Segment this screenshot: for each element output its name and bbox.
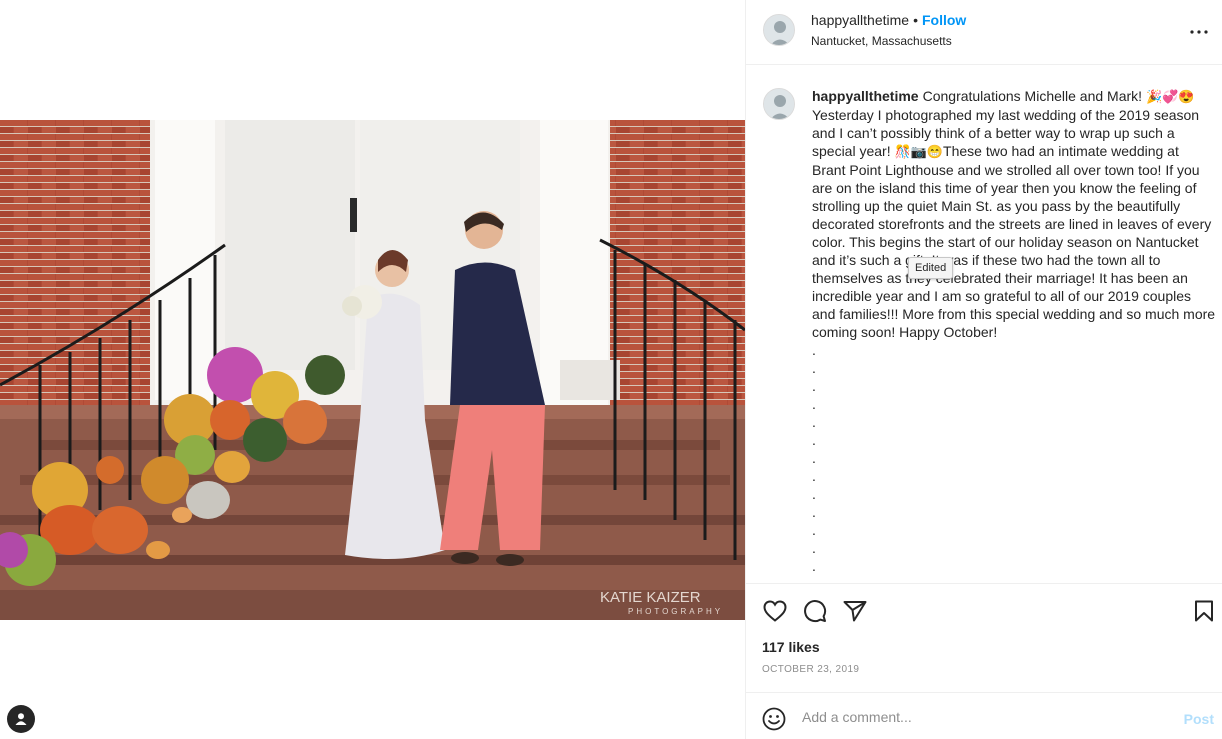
caption-dot: . xyxy=(812,432,816,448)
paper-plane-icon xyxy=(843,601,867,622)
comment-button[interactable] xyxy=(802,598,828,624)
photo-watermark: KATIE KAIZER xyxy=(600,589,701,606)
post-side-panel: happyallthetime • Follow Nantucket, Massac… xyxy=(745,0,1222,739)
more-options-button[interactable] xyxy=(1187,20,1211,44)
post-caption: happyallthetime Congratulations Michelle … xyxy=(812,87,1216,575)
caption-dot: . xyxy=(812,540,816,556)
photo-watermark-sub: PHOTOGRAPHY xyxy=(628,607,723,616)
caption-dot: . xyxy=(812,378,816,394)
caption-lead-emoji: 🎉💞😍 xyxy=(1145,89,1195,104)
caption-username[interactable]: happyallthetime xyxy=(812,88,919,104)
header-text: happyallthetime • Follow Nantucket, Massac… xyxy=(811,12,966,48)
emoji-picker-button[interactable] xyxy=(762,707,786,731)
share-button[interactable] xyxy=(842,598,868,624)
caption-dot: . xyxy=(812,468,816,484)
smiley-icon xyxy=(762,707,786,731)
comment-input[interactable] xyxy=(802,705,1162,729)
avatar[interactable] xyxy=(763,14,795,46)
caption-body: These two had an intimate wedding at Bra… xyxy=(812,143,1216,340)
header-separator: • xyxy=(913,12,918,28)
header-username[interactable]: happyallthetime xyxy=(811,12,909,28)
caption-dot: . xyxy=(812,450,816,466)
caption-dot: . xyxy=(812,486,816,502)
edited-tooltip: Edited xyxy=(908,257,954,279)
post-comment-button[interactable]: Post xyxy=(1184,711,1214,727)
caption-dot: . xyxy=(812,522,816,538)
caption-dot: . xyxy=(812,504,816,520)
comment-bubble-icon xyxy=(804,600,827,623)
media-pane: KATIE KAIZER PHOTOGRAPHY xyxy=(0,0,745,739)
post-actions xyxy=(746,583,1222,635)
comment-bar: Post xyxy=(746,692,1222,739)
more-options-icon xyxy=(1190,30,1208,34)
location-link[interactable]: Nantucket, Massachusetts xyxy=(811,34,966,48)
user-tag-icon xyxy=(15,713,27,725)
post-photo[interactable]: KATIE KAIZER PHOTOGRAPHY xyxy=(0,120,745,620)
save-button[interactable] xyxy=(1191,598,1217,624)
caption-avatar[interactable] xyxy=(763,88,795,120)
wedding-photo-illustration: KATIE KAIZER PHOTOGRAPHY xyxy=(0,120,745,620)
caption-dot: . xyxy=(812,558,816,574)
caption-dot: . xyxy=(812,396,816,412)
like-count[interactable]: 117 likes xyxy=(762,639,820,655)
caption-dot-lines: . . . . . . . . . . . . . xyxy=(812,341,1216,575)
heart-icon xyxy=(763,600,787,622)
post-header: happyallthetime • Follow Nantucket, Massac… xyxy=(746,0,1222,65)
caption-dot: . xyxy=(812,414,816,430)
caption-line2-emoji: 🎊📷😁 xyxy=(894,144,944,159)
like-button[interactable] xyxy=(762,598,788,624)
user-tag-button[interactable] xyxy=(7,705,35,733)
avatar-image xyxy=(764,15,794,45)
caption-dot: . xyxy=(812,360,816,376)
caption-lead: Congratulations Michelle and Mark! xyxy=(922,88,1143,104)
avatar-image xyxy=(764,89,794,119)
caption-dot: . xyxy=(812,342,816,358)
bookmark-icon xyxy=(1195,600,1213,622)
comments-area: happyallthetime Congratulations Michelle … xyxy=(746,65,1222,583)
post-date[interactable]: OCTOBER 23, 2019 xyxy=(762,664,859,675)
follow-button[interactable]: Follow xyxy=(922,12,966,28)
